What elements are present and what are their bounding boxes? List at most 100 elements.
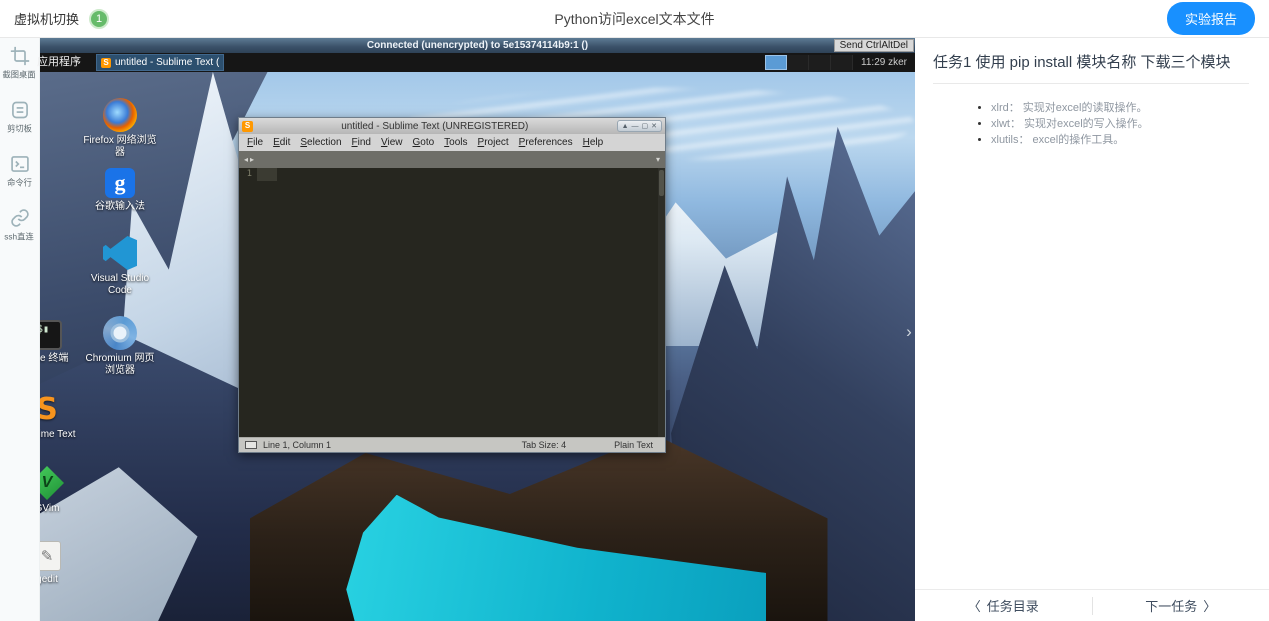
send-ctrl-alt-del-button[interactable]: Send CtrlAltDel bbox=[834, 39, 914, 52]
desktop-icon-label: GVim bbox=[40, 503, 59, 515]
firefox-icon bbox=[103, 98, 137, 132]
menu-help[interactable]: Help bbox=[578, 137, 609, 148]
vnc-viewport: Connected (unencrypted) to 5e15374114b9:… bbox=[40, 38, 915, 621]
menu-file[interactable]: File bbox=[242, 137, 268, 148]
task-bullet: xlutils： excel的操作工具。 bbox=[991, 133, 1249, 148]
gvim-icon: V bbox=[40, 466, 64, 500]
gedit-icon: ✎ bbox=[40, 541, 61, 571]
cursor-position: Line 1, Column 1 bbox=[263, 440, 331, 450]
window-controls: ▲ — ▢ ✕ bbox=[617, 120, 662, 132]
task-title: 任务1 使用 pip install 模块名称 下载三个模块 bbox=[933, 51, 1249, 84]
desktop-icon-label: Chromium 网页浏览器 bbox=[82, 353, 158, 377]
task-bullet: xlrd： 实现对excel的读取操作。 bbox=[991, 101, 1249, 116]
clipboard-icon bbox=[10, 100, 30, 120]
sublime-menu-bar: File Edit Selection Find View Goto Tools… bbox=[239, 134, 665, 151]
app-root: 虚拟机切换 1 Python访问excel文本文件 实验报告 截图桌面 剪切板 bbox=[0, 0, 1269, 621]
line-number-gutter: 1 bbox=[239, 168, 256, 437]
screenshot-icon bbox=[10, 46, 30, 66]
close-button[interactable]: ✕ bbox=[651, 123, 657, 130]
experiment-report-button[interactable]: 实验报告 bbox=[1167, 2, 1255, 35]
sublime-icon: S bbox=[242, 121, 253, 132]
main-row: 截图桌面 剪切板 命令行 ssh直连 bbox=[0, 38, 1269, 621]
chevron-left-icon: 〈 bbox=[968, 596, 981, 615]
menu-goto[interactable]: Goto bbox=[407, 137, 439, 148]
tool-label: 剪切板 bbox=[7, 123, 32, 135]
tool-ssh[interactable]: ssh直连 bbox=[0, 208, 40, 243]
page-title: Python访问excel文本文件 bbox=[0, 9, 1269, 29]
desktop-icon-gvim[interactable]: V GVim bbox=[40, 466, 85, 515]
tab-scroll-arrows[interactable]: ◂▸ bbox=[244, 155, 256, 164]
desktop-icon-gedit[interactable]: ✎ gedit bbox=[40, 541, 85, 586]
tab-list-dropdown-icon[interactable]: ▾ bbox=[656, 155, 660, 164]
sublime-title-bar[interactable]: S untitled - Sublime Text (UNREGISTERED)… bbox=[239, 118, 665, 134]
taskbar-clock[interactable]: 11:29 zker bbox=[853, 53, 915, 72]
workspace-cell-3[interactable] bbox=[809, 55, 831, 70]
task-bullet-list: xlrd： 实现对excel的读取操作。 xlwt： 实现对excel的写入操作… bbox=[933, 101, 1249, 148]
task-panel-content: 任务1 使用 pip install 模块名称 下载三个模块 xlrd： 实现对… bbox=[915, 38, 1269, 148]
cursor-line-highlight bbox=[257, 168, 277, 181]
vnc-status-bar: Connected (unencrypted) to 5e15374114b9:… bbox=[40, 38, 915, 53]
shade-button[interactable]: ▲ bbox=[622, 123, 629, 130]
vm-switch[interactable]: 虚拟机切换 1 bbox=[14, 9, 109, 29]
tab-size-indicator[interactable]: Tab Size: 4 bbox=[522, 440, 567, 450]
minimize-button[interactable]: — bbox=[632, 123, 639, 130]
taskbar-window-button[interactable]: S untitled - Sublime Text (UN… bbox=[96, 54, 224, 71]
vintage-mode-icon[interactable] bbox=[245, 441, 257, 449]
sublime-icon: S bbox=[40, 392, 64, 426]
sublime-status-bar: Line 1, Column 1 Tab Size: 4 Plain Text bbox=[239, 437, 665, 452]
syntax-indicator[interactable]: Plain Text bbox=[614, 440, 653, 450]
sublime-editor[interactable]: 1 bbox=[239, 168, 665, 437]
scrollbar-thumb[interactable] bbox=[659, 170, 664, 196]
workspace-cell-2[interactable] bbox=[787, 55, 809, 70]
desktop-icon-label: Visual Studio Code bbox=[82, 273, 158, 297]
panel-collapse-handle[interactable]: › bbox=[903, 320, 915, 344]
desktop-taskbar: 应用程序 S untitled - Sublime Text (UN… 11:2… bbox=[40, 53, 915, 72]
tool-terminal[interactable]: 命令行 bbox=[0, 154, 40, 189]
sublime-window[interactable]: S untitled - Sublime Text (UNREGISTERED)… bbox=[238, 117, 666, 453]
tool-label: ssh直连 bbox=[5, 231, 34, 243]
tool-clipboard[interactable]: 剪切板 bbox=[0, 100, 40, 135]
task-directory-link[interactable]: 〈 任务目录 bbox=[915, 596, 1092, 615]
chevron-right-icon: 〉 bbox=[1203, 596, 1216, 615]
desktop-icon-sublime[interactable]: S Sublime Text bbox=[40, 392, 85, 441]
task-panel-footer: 〈 任务目录 下一任务 〉 bbox=[915, 589, 1269, 621]
maximize-button[interactable]: ▢ bbox=[642, 123, 649, 130]
desktop-icon-firefox[interactable]: Firefox 网络浏览器 bbox=[82, 98, 158, 159]
next-task-link[interactable]: 下一任务 〉 bbox=[1093, 596, 1269, 615]
sublime-tab-bar: ◂▸ ▾ bbox=[239, 151, 665, 168]
menu-tools[interactable]: Tools bbox=[439, 137, 472, 148]
desktop-icon-label: 谷歌输入法 bbox=[95, 201, 145, 213]
menu-preferences[interactable]: Preferences bbox=[514, 137, 578, 148]
vm-switch-label: 虚拟机切换 bbox=[14, 9, 79, 28]
menu-view[interactable]: View bbox=[376, 137, 408, 148]
menu-selection[interactable]: Selection bbox=[295, 137, 346, 148]
editor-scrollbar[interactable] bbox=[658, 168, 665, 437]
tool-screenshot[interactable]: 截图桌面 bbox=[0, 46, 40, 81]
desktop-icon-label: Xfce 终端 bbox=[40, 353, 68, 365]
desktop-icon-chromium[interactable]: Chromium 网页浏览器 bbox=[82, 316, 158, 377]
workspace-cell-4[interactable] bbox=[831, 55, 853, 70]
desktop-icon-google-input[interactable]: g 谷歌输入法 bbox=[82, 168, 158, 213]
taskbar-spacer bbox=[224, 53, 765, 72]
desktop-icon-label: Firefox 网络浏览器 bbox=[82, 135, 158, 159]
desktop[interactable]: Firefox 网络浏览器 g 谷歌输入法 Visual Studio Code… bbox=[40, 72, 915, 621]
taskbar-window-label: untitled - Sublime Text (UN… bbox=[115, 57, 219, 68]
task-bullet: xlwt： 实现对excel的写入操作。 bbox=[991, 117, 1249, 132]
sublime-window-title: untitled - Sublime Text (UNREGISTERED) bbox=[257, 121, 613, 132]
vm-count-badge[interactable]: 1 bbox=[89, 9, 109, 29]
menu-find[interactable]: Find bbox=[347, 137, 376, 148]
workspace-switcher bbox=[765, 55, 853, 70]
desktop-icon-xfce-terminal[interactable]: $▮ Xfce 终端 bbox=[40, 320, 85, 365]
desktop-icon-label: gedit bbox=[40, 574, 58, 586]
desktop-icon-vscode[interactable]: Visual Studio Code bbox=[82, 236, 158, 297]
ssh-link-icon bbox=[10, 208, 30, 228]
menu-edit[interactable]: Edit bbox=[268, 137, 295, 148]
vscode-icon bbox=[103, 236, 137, 270]
workspace-cell-1[interactable] bbox=[765, 55, 787, 70]
google-input-icon: g bbox=[105, 168, 135, 198]
chromium-icon bbox=[103, 316, 137, 350]
xfce-terminal-icon: $▮ bbox=[40, 320, 62, 350]
menu-project[interactable]: Project bbox=[473, 137, 514, 148]
applications-menu[interactable]: 应用程序 bbox=[36, 53, 90, 72]
desktop-icon-label: Sublime Text bbox=[40, 429, 76, 441]
